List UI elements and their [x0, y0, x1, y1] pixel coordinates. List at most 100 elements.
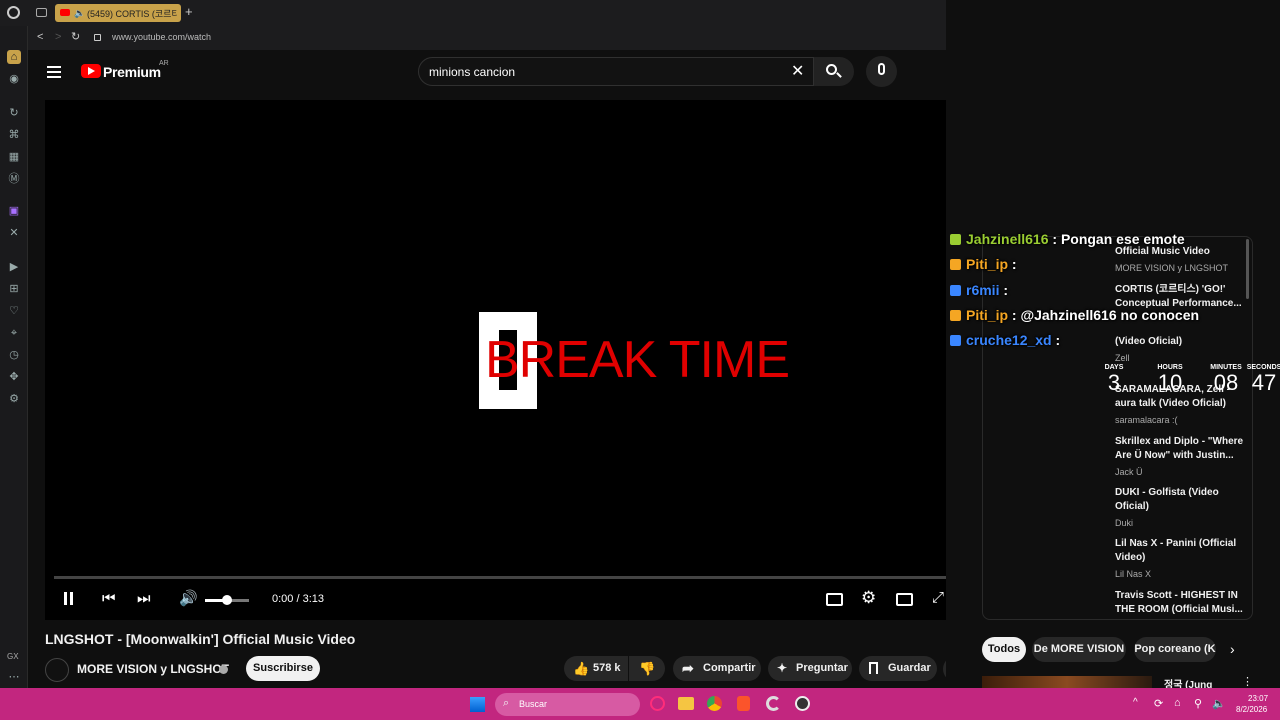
history-icon[interactable]: ◷ [7, 348, 21, 362]
gx-label: GX [7, 652, 19, 661]
wallpaper-icon[interactable]: ▦ [7, 150, 21, 164]
pin-icon[interactable]: ⌖ [7, 326, 21, 340]
settings-icon[interactable]: ⚙ [861, 588, 876, 608]
filter-chip[interactable]: De MORE VISION [1032, 637, 1126, 662]
bookmark-icon [869, 662, 878, 674]
search-box[interactable]: minions cancion ✕ [418, 57, 814, 86]
ask-button[interactable]: ✦ Preguntar [768, 656, 852, 681]
filter-chip[interactable]: Pop coreano (K [1134, 637, 1216, 662]
search-input[interactable]: minions cancion [429, 65, 515, 79]
progress-bar[interactable] [54, 576, 960, 579]
volume-slider[interactable] [205, 595, 249, 605]
scrollbar[interactable] [1246, 239, 1249, 299]
opera-logo-icon[interactable] [7, 6, 20, 19]
previous-button[interactable]: ⏮ [102, 590, 116, 607]
save-button[interactable]: Guardar [859, 656, 937, 681]
url-field[interactable]: www.youtube.com/watch [112, 32, 211, 42]
ccleaner-icon[interactable] [766, 696, 781, 711]
dislike-button[interactable]: 👎 [629, 656, 665, 681]
video-info: LNGSHOT - [Moonwalkin'] Official Music V… [28, 620, 946, 688]
apps-grid-icon[interactable]: ⊞ [7, 282, 21, 296]
recommendation-item[interactable]: Lil Nas X - Panini (Official Video) Lil N… [1115, 537, 1245, 581]
speaker-tray-icon[interactable]: 🔈 [1212, 697, 1226, 710]
countdown-unit: MINUTES 08 [1208, 364, 1244, 395]
volume-button[interactable]: 🔊 [179, 589, 198, 607]
share-button[interactable]: ➦ Compartir [673, 656, 761, 681]
filter-chip[interactable]: Todos [982, 637, 1026, 662]
player-icon[interactable]: ▶ [7, 260, 21, 274]
like-button[interactable]: 👍 578 k [564, 656, 628, 681]
search-button[interactable] [814, 57, 854, 86]
chat-username: Piti_ip [966, 256, 1009, 272]
heart-icon[interactable]: ♡ [7, 304, 21, 318]
pause-button[interactable] [63, 592, 75, 606]
bottom-rec-thumbnail[interactable] [982, 676, 1152, 688]
chip-label: Todos [987, 643, 1021, 655]
clock-time[interactable]: 23:07 [1248, 694, 1268, 703]
taskbar-search-box[interactable]: ⌕ Buscar [495, 693, 640, 716]
channel-name[interactable]: MORE VISION y LNGSHOT [77, 662, 229, 676]
twitch-icon[interactable]: ▣ [7, 204, 21, 218]
muted-speaker-icon[interactable]: 🔈 [74, 8, 85, 19]
volume-knob[interactable] [222, 595, 232, 605]
more-dots-icon[interactable]: ⋯ [7, 670, 21, 684]
microphone-tray-icon[interactable]: ⚲ [1194, 697, 1202, 710]
recommendation-item[interactable]: Official Music Video MORE VISION y LNGSHO… [1115, 245, 1245, 275]
recommendation-item[interactable]: Travis Scott - HIGHEST IN THE ROOM (Offi… [1115, 589, 1245, 619]
subtitles-icon[interactable] [826, 593, 843, 606]
reload-icon[interactable]: ↻ [71, 30, 80, 43]
x-twitter-icon[interactable]: ✕ [7, 226, 21, 240]
chip-label: De MORE VISION [1033, 643, 1125, 655]
tray-chevron-icon[interactable]: ^ [1133, 697, 1138, 708]
verified-icon [219, 665, 228, 674]
chat-badge-icon [950, 310, 961, 321]
chips-next-icon[interactable]: › [1230, 641, 1235, 657]
save-label: Guardar [888, 662, 931, 674]
theater-mode-icon[interactable] [896, 593, 913, 606]
video-player[interactable]: BREAK TIME ⏮ ⏭ 🔊 0:00 / 3:13 ⚙ ⤢ [45, 100, 969, 620]
tray-app-icon[interactable]: ⟳ [1154, 697, 1163, 710]
m-app-icon[interactable]: Ⓜ [7, 172, 21, 186]
clock-date[interactable]: 8/2/2026 [1236, 705, 1267, 714]
countdown-unit: DAYS 3 [1096, 364, 1132, 395]
browser-tab[interactable]: 🔈 (5459) CORTIS (코르티 [55, 4, 181, 22]
back-icon[interactable]: < [37, 31, 43, 43]
home-icon[interactable]: ⌂ [7, 50, 21, 64]
chat-badge-icon [950, 234, 961, 245]
obs-icon[interactable] [795, 696, 810, 711]
extensions-icon[interactable]: ✥ [7, 370, 21, 384]
taskbar-search-icon: ⌕ [503, 697, 510, 709]
chat-message: Piti_ip : @Jahzinell616 no conocen [950, 307, 1199, 323]
chat-message: r6mii : [950, 282, 1008, 298]
recommendation-item[interactable]: Skrillex and Diplo - "Where Are Ü Now" w… [1115, 435, 1245, 479]
mod-icon[interactable]: ⌘ [7, 128, 21, 142]
forward-icon[interactable]: > [55, 31, 61, 43]
windows-start-icon[interactable] [470, 697, 485, 712]
recommendation-item[interactable]: (Video Oficial) Zell [1115, 335, 1245, 365]
opera-gx-taskbar-icon[interactable] [650, 696, 665, 711]
channel-avatar[interactable] [45, 658, 69, 682]
file-explorer-icon[interactable] [678, 697, 694, 710]
tab-overview-icon[interactable] [36, 8, 47, 17]
recommendation-item[interactable]: DUKI - Golfista (Video Oficial) Duki [1115, 486, 1245, 530]
brave-icon[interactable] [737, 696, 750, 711]
browser-sidebar: ⌂ ◉ ↻ ⌘ ▦ Ⓜ ▣ ✕ ▶ ⊞ ♡ ⌖ ◷ ✥ ⚙ GX ⋯ [0, 26, 28, 688]
thumbs-up-icon: 👍 [573, 661, 590, 676]
chrome-icon[interactable] [707, 696, 722, 711]
settings-gear-icon[interactable]: ⚙ [7, 392, 21, 406]
recommendation-channel: Duki [1115, 518, 1134, 528]
subscribe-button[interactable]: Suscribirse [246, 656, 320, 681]
menu-hamburger-icon[interactable] [47, 66, 61, 78]
address-bar-row: < > ↻ www.youtube.com/watch [28, 26, 946, 50]
next-button[interactable]: ⏭ [137, 590, 151, 607]
fullscreen-icon[interactable]: ⤢ [932, 589, 944, 606]
network-icon[interactable]: ⌂ [1174, 697, 1181, 709]
refresh-circle-icon[interactable]: ↻ [7, 106, 21, 120]
clear-search-icon[interactable]: ✕ [791, 61, 804, 81]
voice-search-button[interactable] [866, 56, 897, 87]
gamepad-icon[interactable]: ◉ [7, 72, 21, 86]
youtube-logo-icon[interactable] [81, 64, 101, 78]
new-tab-button[interactable]: + [185, 4, 193, 19]
countdown-value: 08 [1213, 370, 1239, 395]
bottom-rec-menu-icon[interactable]: ⋮ [1242, 675, 1253, 688]
